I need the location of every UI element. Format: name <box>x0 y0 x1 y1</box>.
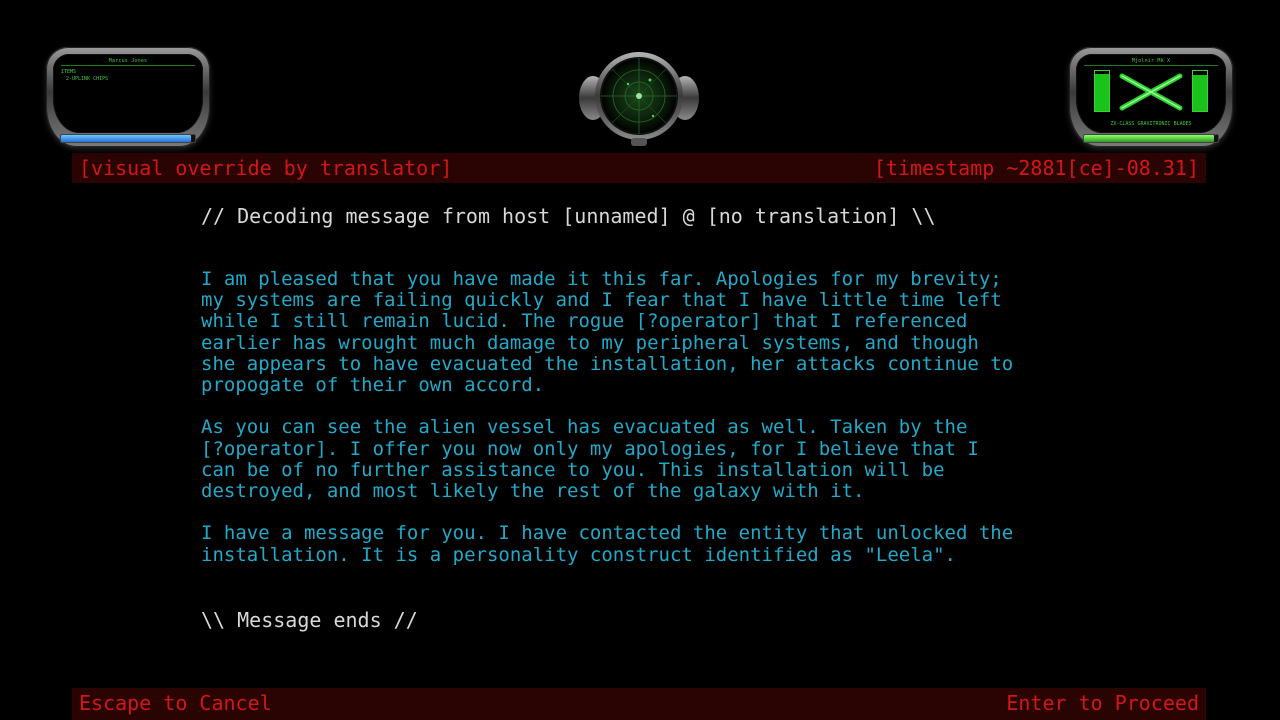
items-label: ITEMS <box>61 69 77 75</box>
energy-bar <box>1083 134 1219 143</box>
message-header: // Decoding message from host [unnamed] … <box>201 204 936 228</box>
message-paragraph: I am pleased that you have made it this … <box>201 268 1014 397</box>
divider <box>61 65 195 66</box>
player-status-panel: Marcus Jones ITEMS 2-UPLINK CHIPS <box>46 47 210 147</box>
divider <box>1084 65 1218 66</box>
proceed-prompt[interactable]: Enter to Proceed <box>1006 688 1199 718</box>
weapon-name: Mjolnir Mk X <box>1131 58 1171 64</box>
message-paragraph: As you can see the alien vessel has evac… <box>201 416 979 503</box>
player-status-screen: Marcus Jones ITEMS 2-UPLINK CHIPS <box>53 54 203 133</box>
health-bar-fill <box>61 135 191 142</box>
right-charge-gauge <box>1192 70 1208 112</box>
left-charge-gauge-fill <box>1095 74 1109 111</box>
timestamp-label: [timestamp ~2881[ce]-08.31] <box>873 156 1199 180</box>
radar-icon <box>579 52 699 146</box>
weapon-type: ZX-CLASS GRAVITRONIC BLADES <box>1110 121 1192 127</box>
weapon-status-screen: Mjolnir Mk X ZX-CLASS GRAVITRONIC BLADES <box>1076 54 1226 133</box>
prompt-bar: Escape to Cancel Enter to Proceed <box>72 688 1206 720</box>
radar <box>579 50 699 150</box>
message-paragraph: I have a message for you. I have contact… <box>201 522 1014 566</box>
message-body: I am pleased that you have made it this … <box>201 268 1201 587</box>
transmission-header: [visual override by translator] [timesta… <box>72 153 1206 183</box>
health-bar <box>60 134 196 143</box>
cancel-prompt[interactable]: Escape to Cancel <box>79 688 272 718</box>
left-charge-gauge <box>1094 70 1110 112</box>
inventory-item: 2-UPLINK CHIPS <box>66 76 109 82</box>
player-name: Marcus Jones <box>108 58 148 64</box>
energy-bar-fill <box>1084 135 1214 142</box>
translator-override-label: [visual override by translator] <box>79 156 453 180</box>
message-footer: \\ Message ends // <box>201 608 418 632</box>
crossed-blades-icon <box>1119 73 1183 111</box>
right-charge-gauge-fill <box>1193 75 1207 111</box>
weapon-status-panel: Mjolnir Mk X ZX-CLASS GRAVITRONIC BLADES <box>1069 47 1233 147</box>
